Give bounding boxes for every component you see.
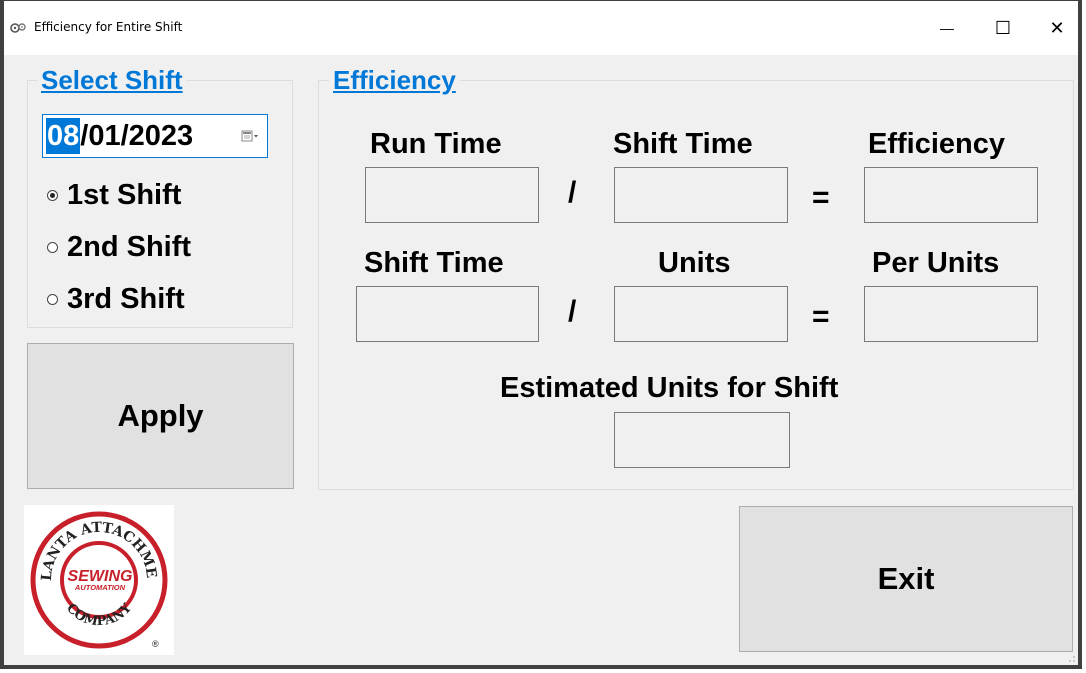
minimize-button[interactable]: —	[924, 11, 970, 45]
shift-time-label: Shift Time	[613, 128, 753, 160]
radio-checked-icon[interactable]	[47, 190, 58, 201]
divide-operator: /	[568, 176, 577, 209]
estimated-units-label: Estimated Units for Shift	[500, 372, 839, 404]
atlanta-attachment-logo-icon: ATLANTA ATTACHMENT COMPANY SEWING AUTOMA…	[18, 493, 168, 649]
window-title: Efficiency for Entire Shift	[34, 20, 183, 34]
run-time-label: Run Time	[370, 128, 502, 160]
units-field[interactable]	[614, 286, 788, 342]
close-button[interactable]: ✕	[1034, 11, 1080, 45]
divide-operator-2: /	[568, 295, 577, 328]
close-icon: ✕	[1049, 17, 1065, 38]
shift-time-label-2: Shift Time	[364, 247, 504, 279]
radio-3rd-shift[interactable]: 3rd Shift	[47, 283, 185, 316]
per-units-field[interactable]	[864, 286, 1038, 342]
date-rest[interactable]: /01/2023	[80, 118, 193, 154]
svg-text:AUTOMATION: AUTOMATION	[74, 583, 126, 592]
radio-unchecked-icon[interactable]	[47, 294, 58, 305]
units-label: Units	[658, 247, 731, 279]
form-client-area: Select Shift 08/01/2023 1st Shift 2nd Sh…	[4, 55, 1078, 665]
equals-operator: =	[812, 181, 830, 214]
run-time-field[interactable]	[365, 167, 539, 223]
apply-button[interactable]: Apply	[27, 343, 294, 489]
shift-time-field[interactable]	[614, 167, 788, 223]
radio-unchecked-icon[interactable]	[47, 242, 58, 253]
calendar-dropdown-icon[interactable]	[241, 127, 261, 145]
shift-time-field-2[interactable]	[356, 286, 539, 342]
estimated-units-field[interactable]	[614, 412, 790, 468]
date-picker[interactable]: 08/01/2023	[42, 114, 268, 158]
radio-1st-shift[interactable]: 1st Shift	[47, 179, 181, 212]
radio-label: 3rd Shift	[67, 283, 185, 315]
radio-2nd-shift[interactable]: 2nd Shift	[47, 231, 191, 264]
efficiency-title: Efficiency	[329, 65, 460, 95]
radio-label: 2nd Shift	[67, 231, 192, 263]
efficiency-label: Efficiency	[868, 128, 1005, 160]
maximize-button[interactable]: ☐	[980, 11, 1026, 45]
maximize-icon: ☐	[994, 17, 1012, 38]
exit-button[interactable]: Exit	[739, 506, 1073, 652]
title-bar: Efficiency for Entire Shift — ☐ ✕	[4, 1, 1078, 55]
per-units-label: Per Units	[872, 247, 1000, 279]
date-month[interactable]: 08	[46, 118, 81, 154]
company-logo: ATLANTA ATTACHMENT COMPANY SEWING AUTOMA…	[18, 493, 174, 655]
radio-label: 1st Shift	[67, 179, 182, 211]
select-shift-title: Select Shift	[37, 65, 187, 95]
gears-icon	[10, 23, 26, 33]
minimize-icon: —	[940, 20, 954, 36]
svg-text:®: ®	[152, 639, 159, 649]
resize-grip-icon[interactable]	[1068, 655, 1076, 663]
equals-operator-2: =	[812, 300, 830, 333]
efficiency-field[interactable]	[864, 167, 1038, 223]
